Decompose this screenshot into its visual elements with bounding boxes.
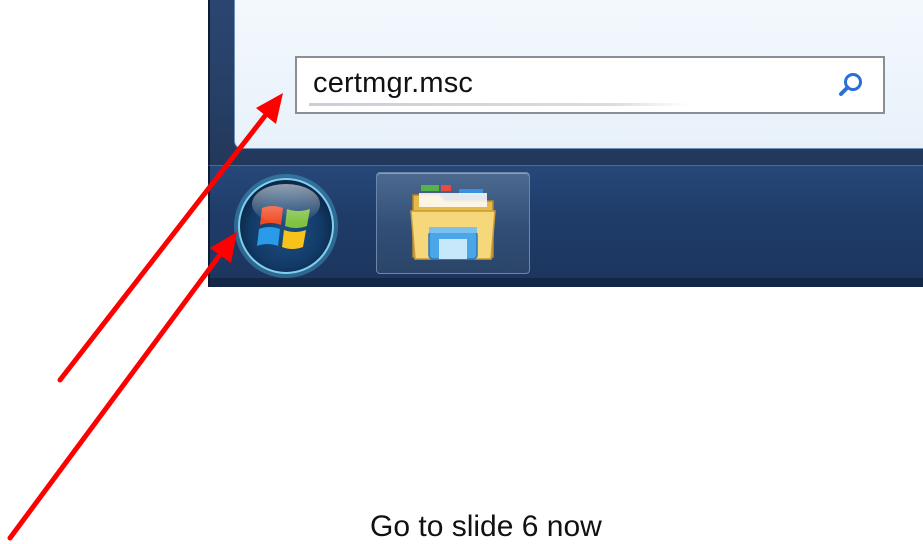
annotation-arrow-search bbox=[57, 109, 271, 383]
arrowhead-start bbox=[210, 232, 237, 263]
annotation-arrow-start bbox=[7, 249, 225, 541]
slide-caption: Go to slide 6 now bbox=[370, 510, 602, 543]
annotation-layer bbox=[7, 93, 283, 541]
